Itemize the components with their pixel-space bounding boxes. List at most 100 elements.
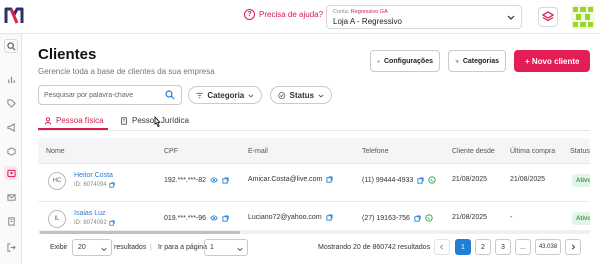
help-label: Precisa de ajuda?	[259, 10, 324, 19]
clients-table: Nome CPF E-mail Telefone Cliente desde Ú…	[38, 138, 590, 232]
eye-icon[interactable]	[210, 214, 218, 222]
column-header-since[interactable]: Cliente desde	[452, 148, 495, 155]
avatar: IL	[48, 210, 66, 228]
tab-pessoa-fisica[interactable]: Pessoa física	[44, 116, 104, 125]
help-icon: ?	[244, 9, 255, 20]
categories-button[interactable]: Categorias	[448, 50, 506, 72]
new-client-label: + Novo cliente	[525, 56, 580, 66]
category-filter-label: Categoria	[207, 90, 245, 100]
layers-button[interactable]	[538, 7, 558, 27]
column-header-phone[interactable]: Telefone	[362, 148, 388, 155]
search-input[interactable]	[44, 90, 162, 101]
column-header-status[interactable]: Status	[570, 148, 590, 155]
status-badge: Ativo	[572, 174, 590, 187]
page-button-3[interactable]: 3	[495, 239, 511, 255]
column-header-last-purchase[interactable]: Última compra	[510, 148, 555, 155]
avatar: HC	[48, 172, 66, 190]
page-button-1[interactable]: 1	[455, 239, 471, 255]
per-page-select[interactable]: 20	[72, 239, 112, 256]
sidebar-search-icon[interactable]	[4, 39, 18, 53]
since-cell: 21/08/2025	[452, 214, 488, 221]
tab-pessoa-fisica-label: Pessoa física	[56, 116, 104, 125]
cpf-cell: 019.***.***-96	[164, 214, 229, 222]
search-icon[interactable]	[165, 90, 175, 100]
store-selector[interactable]: Conta: Regressivo GA Loja A - Regressivo	[326, 5, 522, 29]
chevron-left-icon	[439, 244, 444, 250]
page-subtitle: Gerencie toda a base de clientes da sua …	[38, 67, 215, 76]
categories-label: Categorias	[462, 57, 499, 65]
table-row[interactable]: IL Isaias Luz ID: 6074092 019.***.***-96…	[38, 202, 590, 232]
copy-icon[interactable]	[417, 176, 424, 184]
chevron-down-icon	[318, 93, 324, 98]
help-link[interactable]: ? Precisa de ajuda?	[244, 9, 323, 20]
page-select[interactable]: 1	[204, 239, 248, 256]
new-client-button[interactable]: + Novo cliente	[514, 50, 590, 72]
page-title: Clientes	[38, 46, 97, 63]
page-button-last[interactable]: 43.038	[535, 239, 561, 255]
chevron-down-icon	[507, 15, 515, 20]
copy-icon[interactable]	[414, 214, 421, 222]
prev-page-button[interactable]	[434, 239, 450, 255]
copy-icon[interactable]	[109, 220, 115, 226]
page-button-2[interactable]: 2	[475, 239, 491, 255]
divider: |	[150, 244, 152, 251]
copy-icon[interactable]	[326, 214, 333, 221]
whatsapp-icon[interactable]	[425, 214, 433, 222]
category-filter[interactable]: Categoria	[188, 86, 262, 104]
status-badge: Ativo	[572, 212, 590, 225]
page-ellipsis: ...	[515, 239, 531, 255]
status-filter[interactable]: Status	[270, 86, 332, 104]
copy-icon[interactable]	[222, 176, 229, 184]
settings-button[interactable]: Configurações	[370, 50, 440, 72]
list-icon	[455, 59, 459, 63]
phone-cell: (27) 19163-756	[362, 214, 433, 222]
tag-icon[interactable]	[4, 96, 18, 110]
copy-icon[interactable]	[222, 214, 229, 222]
search-field[interactable]	[38, 85, 182, 105]
results-summary: Mostrando 20 de 860742 resultados	[318, 244, 431, 251]
building-icon	[121, 116, 127, 125]
per-page-value: 20	[78, 244, 86, 251]
column-header-cpf[interactable]: CPF	[164, 148, 178, 155]
person-icon	[44, 116, 52, 125]
mouse-cursor-icon	[154, 116, 161, 128]
store-name: Loja A - Regressivo	[333, 17, 402, 26]
results-label: resultados	[114, 244, 147, 251]
scrollbar-thumb[interactable]	[40, 231, 240, 234]
status-filter-label: Status	[289, 90, 315, 100]
column-header-email[interactable]: E-mail	[248, 148, 268, 155]
chevron-down-icon	[248, 93, 254, 98]
last-purchase-cell: 21/08/2025	[510, 176, 546, 183]
box-icon[interactable]	[4, 144, 18, 158]
client-id: ID: 6074094	[74, 182, 115, 188]
since-cell: 21/08/2025	[452, 176, 488, 183]
column-header-name[interactable]: Nome	[46, 148, 65, 155]
phone-cell: (11) 99444-4933	[362, 176, 436, 184]
client-name-link[interactable]: Isaias Luz	[74, 210, 106, 217]
copy-icon[interactable]	[326, 176, 333, 183]
megaphone-icon[interactable]	[4, 120, 18, 134]
chevron-down-icon	[237, 247, 243, 252]
client-name-link[interactable]: Heitor Costa	[74, 172, 113, 179]
layers-icon	[542, 11, 554, 22]
chart-icon[interactable]	[4, 72, 18, 86]
building-icon[interactable]	[4, 214, 18, 228]
user-avatar[interactable]	[571, 5, 595, 29]
table-header: Nome CPF E-mail Telefone Cliente desde Ú…	[38, 138, 590, 164]
cpf-cell: 192.***.***-82	[164, 176, 229, 184]
copy-icon[interactable]	[109, 182, 115, 188]
show-label: Exibir	[50, 244, 68, 251]
check-circle-icon	[278, 91, 286, 99]
app-logo[interactable]	[4, 6, 24, 26]
next-page-button[interactable]	[565, 239, 581, 255]
eye-icon[interactable]	[210, 176, 218, 184]
filter-icon	[196, 92, 203, 98]
pagination-bar: Exibir 20 resultados | Ir para a página …	[38, 236, 590, 260]
last-purchase-cell: -	[510, 214, 513, 221]
whatsapp-icon[interactable]	[428, 176, 436, 184]
table-row[interactable]: HC Heitor Costa ID: 6074094 192.***.***-…	[38, 164, 590, 202]
mail-icon[interactable]	[4, 190, 18, 204]
clients-icon[interactable]	[4, 166, 18, 180]
logout-icon[interactable]	[4, 240, 18, 254]
page-select-value: 1	[210, 244, 214, 251]
